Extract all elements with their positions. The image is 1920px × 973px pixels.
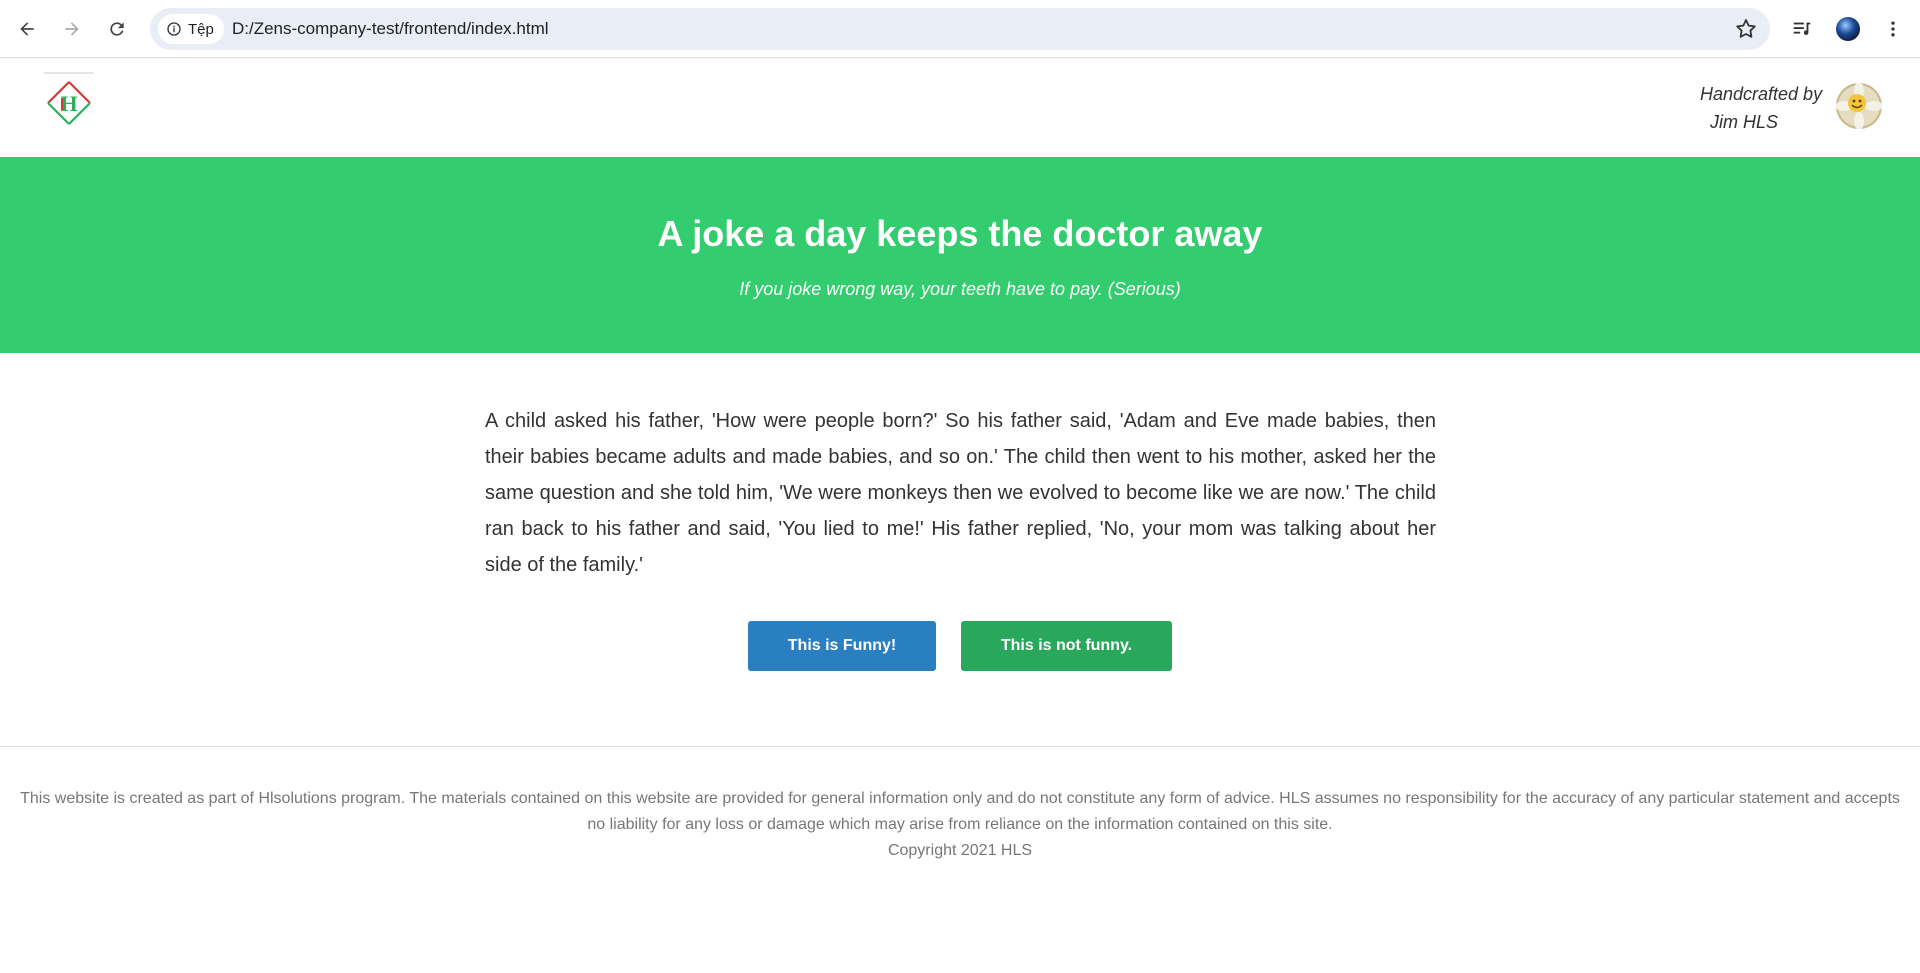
site-header: H Handcrafted by Jim HLS	[0, 58, 1920, 157]
forward-button[interactable]	[54, 11, 90, 47]
not-funny-button[interactable]: This is not funny.	[961, 621, 1172, 671]
footer-divider	[0, 746, 1920, 747]
url-text[interactable]: D:/Zens-company-test/frontend/index.html	[232, 8, 549, 50]
back-icon	[20, 22, 34, 36]
profile-icon	[1836, 17, 1860, 41]
reload-button[interactable]	[99, 11, 135, 47]
back-button[interactable]	[9, 11, 45, 47]
hls-logo[interactable]: H	[36, 72, 102, 136]
footer-disclaimer: This website is created as part of Hlsol…	[20, 790, 1900, 833]
author-line-1: Handcrafted by	[1700, 84, 1823, 104]
logo-letter: H	[60, 91, 77, 116]
footer-copyright: Copyright 2021 HLS	[887, 842, 1033, 859]
site-info-label: Tệp	[188, 20, 214, 38]
forward-icon	[65, 22, 79, 36]
more-menu-icon	[1891, 21, 1895, 37]
site-info-chip[interactable]: Tệp	[158, 14, 224, 44]
media-control-button[interactable]	[1787, 14, 1817, 44]
hero-title: A joke a day keeps the doctor away	[657, 213, 1263, 254]
hero-banner: A joke a day keeps the doctor away If yo…	[0, 157, 1920, 353]
browser-toolbar: Tệp D:/Zens-company-test/frontend/index.…	[0, 0, 1920, 58]
footer: This website is created as part of Hlsol…	[20, 786, 1900, 864]
profile-button[interactable]	[1833, 14, 1863, 44]
hero-subtitle: If you joke wrong way, your teeth have t…	[739, 279, 1181, 299]
avatar	[1836, 83, 1882, 129]
reload-icon	[110, 22, 124, 36]
address-bar[interactable]: Tệp D:/Zens-company-test/frontend/index.…	[150, 8, 1770, 50]
media-control-icon	[1793, 22, 1811, 35]
author-line-2: Jim HLS	[1710, 112, 1779, 132]
star-icon[interactable]	[1734, 17, 1758, 41]
sunflower-avatar-image	[1836, 83, 1882, 129]
more-menu-button[interactable]	[1878, 14, 1908, 44]
funny-button[interactable]: This is Funny!	[748, 621, 936, 671]
joke-text: A child asked his father, 'How were peop…	[485, 410, 1436, 576]
info-icon	[167, 22, 181, 36]
author-credit: Handcrafted by Jim HLS	[1700, 80, 1822, 136]
